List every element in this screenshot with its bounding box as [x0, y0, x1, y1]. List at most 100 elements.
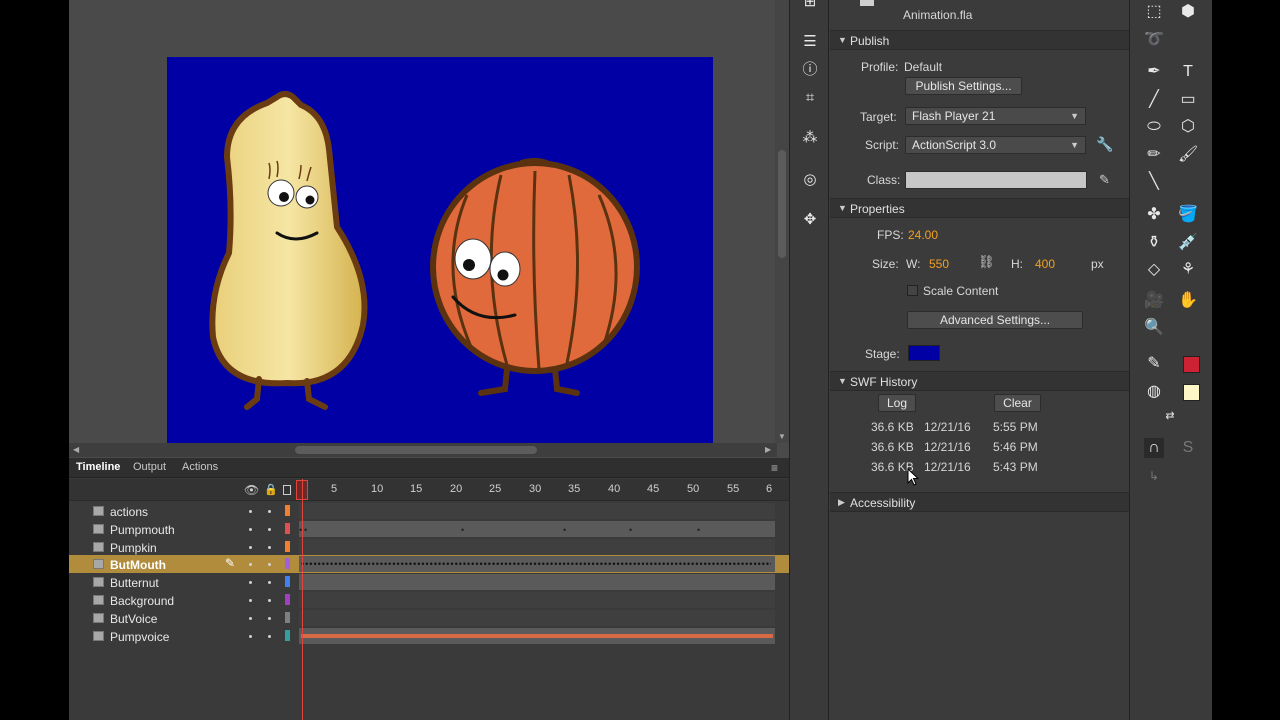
accessibility-section-header[interactable]: ▶ Accessibility: [830, 492, 1129, 512]
info-icon[interactable]: ⓘ: [802, 62, 818, 78]
keyframe[interactable]: •: [563, 525, 566, 535]
layer-toggle-dot[interactable]: [268, 545, 271, 549]
layer-toggle-dot[interactable]: [249, 616, 252, 620]
stage-vertical-scrollbar[interactable]: ▼: [775, 0, 789, 443]
zoom-icon[interactable]: 🔍: [1144, 318, 1164, 338]
layer-color-chip[interactable]: [285, 594, 290, 605]
fill-color-icon[interactable]: ◍: [1144, 382, 1164, 402]
keyframe[interactable]: •: [304, 525, 307, 535]
tab-timeline[interactable]: Timeline: [76, 461, 120, 473]
paintbrush-icon[interactable]: ╲: [1144, 172, 1164, 192]
hand-icon[interactable]: ✋: [1178, 291, 1198, 311]
layer-row[interactable]: Pumpkin: [69, 538, 789, 556]
layer-frames[interactable]: [299, 503, 775, 519]
swf-history-section-header[interactable]: ▼ SWF History: [830, 371, 1129, 391]
link-icon[interactable]: ⛓: [978, 254, 995, 270]
layer-toggle-dot[interactable]: [268, 581, 271, 585]
fill-color-swatch[interactable]: [1183, 384, 1200, 401]
height-value[interactable]: 400: [1035, 257, 1055, 271]
vertical-scroll-thumb[interactable]: [778, 150, 786, 258]
layer-toggle-dot[interactable]: [268, 563, 271, 567]
publish-settings-button[interactable]: Publish Settings...: [905, 77, 1022, 95]
layer-frames[interactable]: [299, 627, 775, 644]
fps-value[interactable]: 24.00: [908, 228, 938, 242]
keyframe[interactable]: •: [629, 525, 632, 535]
stage[interactable]: [167, 57, 713, 443]
keyframe[interactable]: •: [461, 525, 464, 535]
straighten-icon[interactable]: ↳: [1144, 466, 1164, 486]
layer-row[interactable]: Pumpvoice: [69, 627, 789, 645]
panel-menu-icon[interactable]: ≡: [771, 461, 778, 475]
pencil-icon[interactable]: ✎: [1099, 172, 1110, 188]
eyedropper-icon[interactable]: 💉: [1178, 233, 1198, 253]
wrench-icon[interactable]: 🔧: [1096, 136, 1113, 153]
lock-icon[interactable]: 🔒: [264, 483, 278, 496]
layer-name[interactable]: Pumpkin: [110, 541, 157, 555]
eraser-icon[interactable]: ◇: [1144, 260, 1164, 280]
log-button[interactable]: Log: [878, 394, 916, 412]
stage-horizontal-scrollbar[interactable]: ◀ ▶: [69, 443, 777, 457]
layer-row[interactable]: ButVoice: [69, 609, 789, 627]
layer-frames[interactable]: [299, 574, 775, 591]
lasso-icon[interactable]: ➰: [1144, 30, 1164, 50]
stroke-color-icon[interactable]: ✎: [1144, 354, 1164, 374]
motion-icon[interactable]: ⁂: [802, 130, 818, 146]
layer-toggle-dot[interactable]: [268, 527, 271, 531]
layer-row[interactable]: Pumpmouth••••••••: [69, 520, 857, 538]
text-icon[interactable]: T: [1178, 62, 1198, 82]
polystar-icon[interactable]: ⬡: [1178, 117, 1198, 137]
layer-toggle-dot[interactable]: [249, 599, 252, 602]
ink-bottle-icon[interactable]: ⚱: [1144, 233, 1164, 253]
layer-toggle-dot[interactable]: [268, 616, 271, 620]
layer-toggle-dot[interactable]: [249, 581, 252, 585]
line-icon[interactable]: ╱: [1144, 90, 1164, 110]
layer-toggle-dot[interactable]: [249, 634, 252, 638]
bone-icon[interactable]: ✤: [1144, 205, 1164, 225]
layer-frames[interactable]: ••••••••: [299, 520, 857, 537]
scale-content-checkbox[interactable]: [907, 285, 918, 296]
layer-color-chip[interactable]: [285, 629, 290, 641]
layer-color-chip[interactable]: [285, 540, 290, 552]
pen-icon[interactable]: ✒: [1144, 62, 1164, 82]
advanced-settings-button[interactable]: Advanced Settings...: [907, 311, 1083, 329]
layer-toggle-dot[interactable]: [268, 599, 271, 602]
layer-toggle-dot[interactable]: [268, 510, 271, 513]
width-icon[interactable]: ⚘: [1178, 260, 1198, 280]
pumpkin-character[interactable]: [430, 158, 640, 396]
stage-color-swatch[interactable]: [908, 345, 940, 361]
script-dropdown[interactable]: ActionScript 3.0 ▼: [905, 136, 1086, 154]
swap-colors-icon[interactable]: ⇄: [1160, 406, 1180, 426]
subselection-icon[interactable]: ⬢: [1178, 2, 1198, 22]
layer-name[interactable]: Pumpmouth: [110, 523, 175, 537]
edit-layer-icon[interactable]: ✎: [225, 556, 235, 570]
clear-button[interactable]: Clear: [994, 394, 1041, 412]
keyframe[interactable]: •: [697, 525, 700, 535]
tab-actions[interactable]: Actions: [182, 461, 218, 473]
grid-icon[interactable]: ⊞: [802, 0, 818, 10]
properties-section-header[interactable]: ▼ Properties: [830, 198, 1129, 218]
width-value[interactable]: 550: [929, 257, 949, 271]
scroll-right-icon[interactable]: ▶: [765, 445, 771, 454]
layer-name[interactable]: Pumpvoice: [110, 630, 169, 644]
tab-output[interactable]: Output: [133, 461, 166, 473]
snap-magnet-icon[interactable]: ∩: [1144, 438, 1164, 458]
class-input[interactable]: [905, 171, 1087, 189]
outline-icon[interactable]: [283, 485, 291, 495]
layer-frames[interactable]: [299, 538, 775, 555]
playhead[interactable]: [302, 479, 303, 720]
layer-frames[interactable]: [299, 592, 775, 608]
cc-libraries-icon[interactable]: ◎: [802, 172, 818, 188]
stroke-color-swatch[interactable]: [1183, 356, 1200, 373]
layer-frames[interactable]: [299, 609, 775, 626]
layer-name[interactable]: ButMouth: [110, 558, 166, 572]
target-dropdown[interactable]: Flash Player 21 ▼: [905, 107, 1086, 125]
layer-row[interactable]: ButMouth ✎ •••••••••••••••••••••••••••••••…: [69, 555, 789, 574]
paint-bucket-icon[interactable]: 🪣: [1178, 205, 1198, 225]
rectangle-icon[interactable]: ▭: [1178, 90, 1198, 110]
layer-color-chip[interactable]: [285, 522, 290, 534]
align-icon[interactable]: ☰: [802, 34, 818, 50]
layer-frames[interactable]: ••••••••••••••••••••••••••••••••••••••••…: [299, 556, 775, 573]
smooth-icon[interactable]: S: [1178, 438, 1198, 458]
layer-row[interactable]: actions: [69, 502, 789, 520]
layer-toggle-dot[interactable]: [249, 545, 252, 549]
